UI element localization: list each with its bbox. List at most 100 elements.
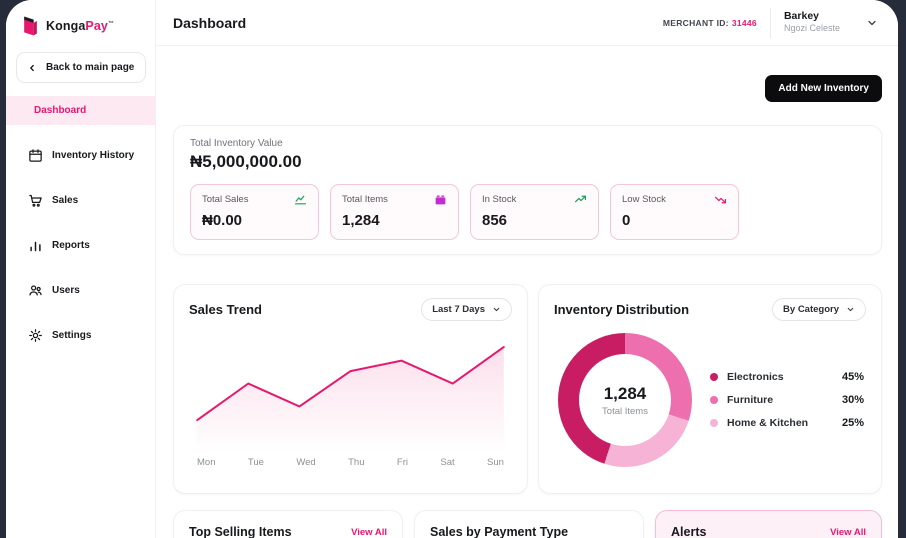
sidebar: KongaPay™ Back to main page Dashboard In…	[6, 0, 156, 538]
x-axis-label: Sat	[440, 457, 455, 468]
sales-trend-line-chart	[196, 346, 505, 453]
total-inventory-label: Total Inventory Value	[190, 138, 283, 149]
legend-percent: 25%	[841, 417, 864, 429]
page-title: Dashboard	[173, 14, 247, 31]
sidebar-item-inventory-history[interactable]: Inventory History	[6, 139, 155, 172]
sidebar-item-settings[interactable]: Settings	[6, 319, 155, 352]
legend-item-furniture: Furniture 30%	[710, 394, 864, 406]
stat-label: In Stock	[482, 194, 517, 205]
chevron-down-icon	[493, 307, 500, 312]
kongapay-logo-icon	[24, 16, 37, 36]
legend-label: Home & Kitchen	[727, 417, 809, 429]
sidebar-item-label: Inventory History	[52, 150, 135, 161]
x-axis-label: Tue	[247, 457, 264, 468]
donut-center-value: 1,284	[603, 383, 647, 403]
legend-item-home-kitchen: Home & Kitchen 25%	[710, 417, 864, 429]
stat-label: Total Sales	[202, 194, 249, 205]
legend-dot	[710, 373, 718, 381]
legend-label: Furniture	[727, 394, 774, 406]
add-new-inventory-button[interactable]: Add New Inventory	[765, 75, 882, 102]
app-window: KongaPay™ Back to main page Dashboard In…	[6, 0, 898, 538]
category-filter-dropdown[interactable]: By Category	[772, 298, 866, 321]
sidebar-item-reports[interactable]: Reports	[6, 229, 155, 262]
trend-down-icon	[715, 196, 726, 204]
legend-label: Electronics	[727, 371, 784, 383]
total-inventory-value: ₦5,000,000.00	[190, 152, 302, 171]
legend-dot	[710, 419, 718, 427]
stat-card-total-items: Total Items 1,284	[330, 184, 459, 240]
user-chevron-down-icon[interactable]	[866, 17, 878, 29]
back-to-main-label: Back to main page	[46, 62, 135, 73]
dashboard-content: Add New Inventory Total Inventory Value …	[156, 46, 898, 538]
brand-trademark: ™	[107, 20, 115, 27]
legend-dot	[710, 396, 718, 404]
legend-percent: 30%	[841, 394, 864, 406]
brand-name-primary: Konga	[46, 19, 86, 33]
gear-icon	[29, 329, 42, 342]
stat-label: Low Stock	[622, 194, 666, 205]
alerts-title: Alerts	[671, 525, 707, 538]
sidebar-item-dashboard[interactable]: Dashboard	[6, 96, 155, 125]
donut-center-label: Total Items	[602, 405, 648, 417]
topbar: Dashboard MERCHANT ID: 31446 Barkey Ngozi…	[156, 0, 898, 46]
stat-value: 1,284	[342, 212, 380, 229]
sidebar-item-label: Reports	[52, 240, 90, 251]
sidebar-nav: Dashboard Inventory History Sales Report…	[6, 96, 155, 352]
sales-trend-panel: Sales Trend Last 7 Days Mon Tue Wed Thu …	[173, 284, 528, 494]
category-filter-label: By Category	[783, 304, 839, 315]
x-axis-label: Sun	[487, 457, 504, 468]
sidebar-item-label: Users	[52, 285, 80, 296]
stat-card-in-stock: In Stock 856	[470, 184, 599, 240]
sidebar-item-label: Settings	[52, 330, 92, 341]
merchant-id: MERCHANT ID: 31446	[663, 18, 757, 28]
stat-card-total-sales: Total Sales ₦0.00	[190, 184, 319, 240]
merchant-id-label: MERCHANT ID:	[662, 17, 729, 28]
chevron-down-icon	[847, 307, 854, 312]
sidebar-item-label: Sales	[52, 195, 79, 206]
chart-line-icon	[295, 195, 306, 205]
users-icon	[29, 285, 42, 296]
calendar-icon	[29, 149, 42, 162]
sales-trend-title: Sales Trend	[189, 302, 262, 317]
brand-name: KongaPay™	[46, 19, 114, 33]
charts-row: Sales Trend Last 7 Days Mon Tue Wed Thu …	[173, 284, 882, 494]
donut-legend: Electronics 45% Furniture 30% Home & Kit…	[710, 360, 864, 440]
back-to-main-button[interactable]: Back to main page	[16, 52, 146, 83]
stat-label: Total Items	[342, 194, 388, 205]
alerts-card: Alerts View All	[655, 510, 882, 538]
main-column: Dashboard MERCHANT ID: 31446 Barkey Ngozi…	[156, 0, 898, 538]
user-name: Barkey	[783, 10, 819, 23]
sidebar-item-sales[interactable]: Sales	[6, 184, 155, 217]
chevron-left-icon	[30, 64, 34, 71]
stat-card-low-stock: Low Stock 0	[610, 184, 739, 240]
sidebar-item-label: Dashboard	[34, 105, 87, 116]
date-range-label: Last 7 Days	[432, 304, 485, 315]
view-all-link[interactable]: View All	[351, 527, 387, 538]
bottom-row: Top Selling Items View All Sales by Paym…	[173, 510, 882, 538]
package-icon	[435, 195, 446, 205]
inventory-distribution-title: Inventory Distribution	[554, 302, 690, 317]
date-range-dropdown[interactable]: Last 7 Days	[421, 298, 512, 321]
user-menu[interactable]: Barkey Ngozi Celeste	[784, 10, 840, 34]
user-subtitle: Ngozi Celeste	[783, 23, 840, 34]
x-axis-label: Fri	[396, 457, 408, 468]
trend-up-icon	[575, 195, 586, 203]
brand-name-secondary: Pay	[85, 19, 108, 33]
x-axis-label: Wed	[296, 457, 316, 468]
view-all-link[interactable]: View All	[830, 527, 866, 538]
sales-by-payment-type-title: Sales by Payment Type	[430, 525, 569, 538]
inventory-donut-chart: 1,284 Total Items	[558, 333, 692, 467]
x-axis-label: Thu	[348, 457, 365, 468]
x-axis-labels: Mon Tue Wed Thu Fri Sat Sun	[189, 453, 512, 468]
legend-item-electronics: Electronics 45%	[710, 371, 864, 383]
stats-row: Total Sales ₦0.00 Total Items 1,284 In S…	[190, 184, 865, 240]
legend-percent: 45%	[841, 371, 864, 383]
x-axis-label: Mon	[197, 457, 216, 468]
top-selling-items-title: Top Selling Items	[189, 525, 292, 538]
sidebar-item-users[interactable]: Users	[6, 274, 155, 307]
merchant-id-value: 31446	[731, 17, 757, 28]
inventory-summary-card: Total Inventory Value ₦5,000,000.00 Tota…	[173, 125, 882, 255]
bar-chart-icon	[30, 241, 41, 252]
stat-value: 0	[622, 212, 631, 229]
topbar-divider	[769, 7, 771, 38]
